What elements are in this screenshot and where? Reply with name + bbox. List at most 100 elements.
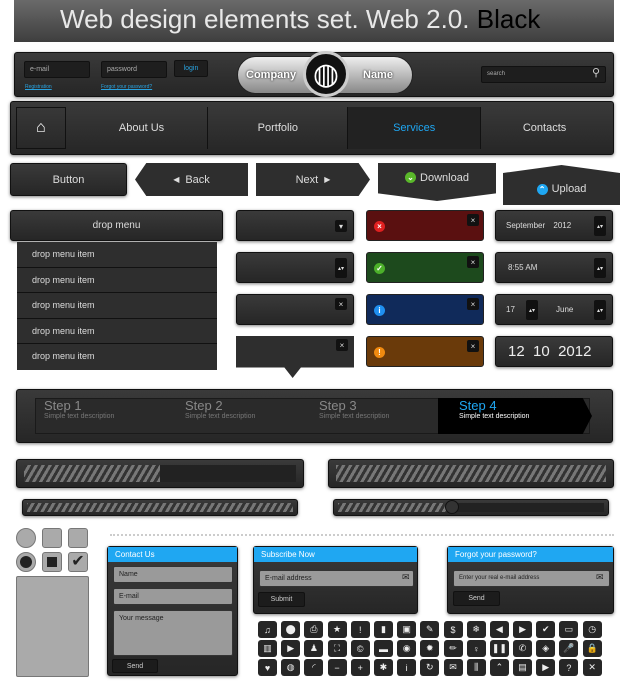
day-spinner-icon[interactable]: ▴▾ <box>526 300 538 320</box>
info-icon[interactable]: i <box>397 659 417 676</box>
search-icon[interactable]: ⚲ <box>592 66 600 79</box>
plus-icon[interactable]: + <box>350 659 370 676</box>
nav-services[interactable]: Services <box>348 107 482 149</box>
eye-icon[interactable]: ◉ <box>397 640 417 657</box>
drop-menu-item[interactable]: drop menu item <box>17 344 217 370</box>
forgot-email-field[interactable]: Enter your real e-mail address <box>453 570 610 587</box>
email-field[interactable]: e-mail <box>24 61 90 78</box>
nav-contacts[interactable]: Contacts <box>481 107 608 149</box>
drop-menu-item[interactable]: drop menu item <box>17 268 217 294</box>
pause-icon[interactable]: ❚❚ <box>489 640 509 657</box>
forgot-password-link[interactable]: Forgot your password? <box>101 84 152 90</box>
question-icon[interactable]: ? <box>559 659 579 676</box>
registration-link[interactable]: Registration <box>25 84 52 90</box>
copyright-icon[interactable]: © <box>350 640 370 657</box>
arrow-right-icon[interactable]: ▶ <box>513 621 533 638</box>
phone-icon[interactable]: ✆ <box>513 640 533 657</box>
step-2[interactable]: Step 2 Simple text description <box>185 398 255 420</box>
star-icon[interactable]: ★ <box>327 621 347 638</box>
download-button[interactable]: ⌄ Download <box>378 163 496 201</box>
close-icon[interactable]: × <box>336 339 348 351</box>
minus-icon[interactable]: − <box>327 659 347 676</box>
checkbox-unchecked[interactable] <box>42 528 62 548</box>
tag-icon[interactable]: ⬤ <box>281 621 301 638</box>
briefcase-icon[interactable]: ▤ <box>513 659 533 676</box>
back-button[interactable]: ◀ Back <box>135 163 248 196</box>
exclamation-icon[interactable]: ! <box>350 621 370 638</box>
slider-2[interactable] <box>333 499 609 516</box>
lock-icon[interactable]: 🔒 <box>582 640 602 657</box>
drop-menu-item[interactable]: drop menu item <box>17 242 217 268</box>
pin-icon[interactable]: ✎ <box>420 621 440 638</box>
generic-button[interactable]: Button <box>10 163 127 196</box>
play-icon[interactable]: ▶ <box>536 659 556 676</box>
rss-icon[interactable]: ◜ <box>304 659 324 676</box>
print-icon[interactable]: ⎙ <box>304 621 324 638</box>
upload-button[interactable]: ⌃ Upload <box>503 165 620 205</box>
drop-menu-item[interactable]: drop menu item <box>17 319 217 345</box>
email-field[interactable]: E-mail <box>113 588 233 605</box>
subscribe-email-field[interactable]: E-mail address <box>259 570 414 587</box>
close-icon[interactable]: × <box>467 298 479 310</box>
select-box[interactable]: ▾ <box>236 210 354 241</box>
submit-button[interactable]: Submit <box>258 592 305 607</box>
spinner-arrows-icon[interactable]: ▴▾ <box>594 258 606 278</box>
equalizer-icon[interactable]: ⫼ <box>466 659 486 676</box>
checkbox-square[interactable] <box>42 552 62 572</box>
forgot-send-button[interactable]: Send <box>453 591 500 606</box>
globe-icon[interactable]: ◍ <box>281 659 301 676</box>
dollar-icon[interactable]: $ <box>443 621 463 638</box>
password-field[interactable]: password <box>101 61 167 78</box>
save-icon[interactable]: ▣ <box>397 621 417 638</box>
arrow-left-icon[interactable]: ◀ <box>489 621 509 638</box>
nav-about-us[interactable]: About Us <box>76 107 209 149</box>
radio-unchecked[interactable] <box>16 528 36 548</box>
close-icon[interactable]: × <box>467 214 479 226</box>
textarea-sample[interactable] <box>16 576 89 677</box>
chevron-down-icon[interactable]: ▾ <box>335 220 347 232</box>
name-field[interactable]: Name <box>113 566 233 583</box>
music-icon[interactable]: ♫ <box>258 621 277 638</box>
home-icon[interactable]: ⌂ <box>16 107 66 149</box>
spinner-arrows-icon[interactable]: ▴▾ <box>335 258 347 278</box>
folder-icon[interactable]: ▬ <box>373 640 393 657</box>
chevron-up-icon[interactable]: ⌃ <box>489 659 509 676</box>
month-spinner-icon[interactable]: ▴▾ <box>594 300 606 320</box>
shield-icon[interactable]: ◈ <box>536 640 556 657</box>
step-1[interactable]: Step 1 Simple text description <box>44 398 114 420</box>
day-month-picker[interactable]: 17 ▴▾ June ▴▾ <box>495 294 613 325</box>
next-button[interactable]: Next ▶ <box>256 163 370 196</box>
user-icon[interactable]: ♟ <box>304 640 324 657</box>
month-year-picker[interactable]: September 2012 ▴▾ <box>495 210 613 241</box>
mail-icon[interactable]: ✉ <box>443 659 463 676</box>
clock-icon[interactable]: ◷ <box>582 621 602 638</box>
radio-checked[interactable] <box>16 552 36 572</box>
comment-icon[interactable]: ▭ <box>559 621 579 638</box>
spinner-box[interactable]: ▴▾ <box>236 252 354 283</box>
snowflake-icon[interactable]: ❄ <box>466 621 486 638</box>
drop-menu-header[interactable]: drop menu <box>10 210 223 241</box>
step-4[interactable]: Step 4 Simple text description <box>459 398 529 420</box>
video-icon[interactable]: ▶ <box>281 640 301 657</box>
close-icon[interactable]: ✕ <box>582 659 602 676</box>
pencil-icon[interactable]: ✏ <box>443 640 463 657</box>
check-icon[interactable]: ✔ <box>536 621 556 638</box>
spinner-arrows-icon[interactable]: ▴▾ <box>594 216 606 236</box>
slider-1[interactable] <box>22 499 298 516</box>
trash-icon[interactable]: ▮ <box>373 621 393 638</box>
checkbox-checked[interactable]: ✔ <box>68 552 88 572</box>
step-3[interactable]: Step 3 Simple text description <box>319 398 389 420</box>
close-icon[interactable]: × <box>467 340 479 352</box>
slider-knob[interactable] <box>445 500 460 514</box>
refresh-icon[interactable]: ↻ <box>420 659 440 676</box>
chart-icon[interactable]: ▥ <box>258 640 277 657</box>
gear-icon[interactable]: ✹ <box>420 640 440 657</box>
asterisk-icon[interactable]: ✱ <box>373 659 393 676</box>
nav-portfolio[interactable]: Portfolio <box>208 107 349 149</box>
heart-icon[interactable]: ♥ <box>258 659 277 676</box>
bulb-icon[interactable]: ♀ <box>466 640 486 657</box>
drop-menu-item[interactable]: drop menu item <box>17 293 217 319</box>
contact-send-button[interactable]: Send <box>112 659 158 673</box>
microphone-icon[interactable]: 🎤 <box>559 640 579 657</box>
time-picker[interactable]: 8:55 AM ▴▾ <box>495 252 613 283</box>
